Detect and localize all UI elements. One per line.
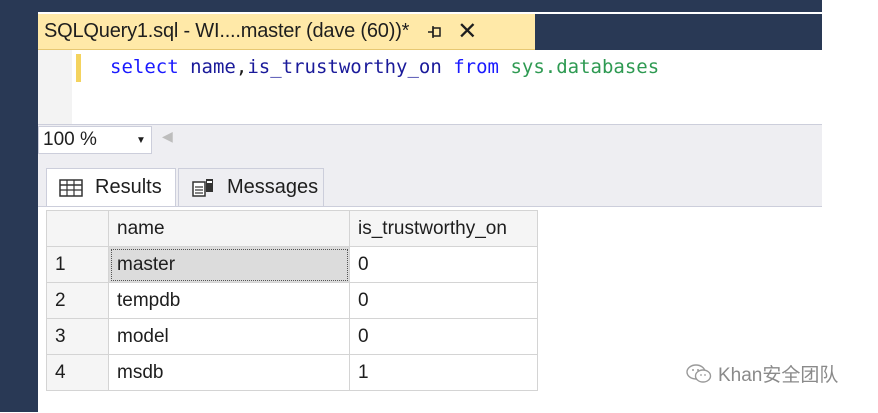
zoom-bar [38, 124, 822, 155]
grid-icon [59, 178, 83, 198]
grid-header-row: name is_trustworthy_on [46, 210, 538, 247]
table-row[interactable]: 4 msdb 1 [46, 354, 538, 391]
watermark: Khan安全团队 [686, 360, 838, 387]
chevron-down-icon[interactable]: ▼ [131, 135, 151, 146]
cell-is-trustworthy-on[interactable]: 0 [349, 282, 538, 319]
code-line-1[interactable]: select name,is_trustworthy_on from sys.d… [110, 56, 659, 78]
keyword-from: from [453, 56, 499, 78]
row-number-header[interactable] [46, 210, 109, 247]
row-number[interactable]: 4 [46, 354, 109, 391]
page-margin-right [822, 0, 878, 412]
close-icon[interactable]: ✕ [457, 19, 477, 44]
column-header-is-trustworthy-on[interactable]: is_trustworthy_on [349, 210, 538, 247]
window-frame-left [0, 0, 38, 412]
results-grid: name is_trustworthy_on 1 master 0 2 temp… [46, 210, 538, 391]
object-sys-databases: sys.databases [510, 56, 660, 78]
change-indicator-bar [76, 54, 81, 82]
row-number[interactable]: 2 [46, 282, 109, 319]
tab-messages-label: Messages [227, 176, 319, 198]
cell-is-trustworthy-on[interactable]: 0 [349, 246, 538, 283]
column-is-trustworthy-on: is_trustworthy_on [247, 56, 442, 78]
wechat-icon [686, 363, 712, 385]
tab-results-label: Results [95, 176, 162, 198]
cell-name[interactable]: master [108, 246, 350, 283]
row-number[interactable]: 3 [46, 318, 109, 355]
cell-is-trustworthy-on[interactable]: 1 [349, 354, 538, 391]
cell-name[interactable]: msdb [108, 354, 350, 391]
messages-icon [191, 178, 215, 198]
pin-icon[interactable] [427, 24, 443, 40]
column-header-name[interactable]: name [108, 210, 350, 247]
cell-name[interactable]: tempdb [108, 282, 350, 319]
document-tab[interactable]: SQLQuery1.sql - WI....master (dave (60))… [38, 14, 535, 50]
watermark-text: Khan安全团队 [718, 365, 839, 386]
column-name: name [190, 56, 236, 78]
editor-gutter [38, 50, 72, 124]
cell-name[interactable]: model [108, 318, 350, 355]
zoom-value: 100 % [43, 129, 97, 150]
tab-results[interactable]: Results [46, 168, 176, 206]
row-number[interactable]: 1 [46, 246, 109, 283]
keyword-select: select [110, 56, 179, 78]
document-tab-title: SQLQuery1.sql - WI....master (dave (60))… [44, 20, 410, 42]
tab-messages[interactable]: Messages [178, 168, 324, 206]
zoom-dropdown[interactable]: 100 % ▼ [38, 126, 152, 154]
window-frame-top [0, 0, 822, 12]
comma: , [235, 56, 248, 78]
tab-strip-background [535, 14, 822, 50]
table-row[interactable]: 2 tempdb 0 [46, 282, 538, 319]
cell-is-trustworthy-on[interactable]: 0 [349, 318, 538, 355]
scroll-left-icon[interactable]: ◀ [162, 128, 173, 145]
table-row[interactable]: 1 master 0 [46, 246, 538, 283]
table-row[interactable]: 3 model 0 [46, 318, 538, 355]
